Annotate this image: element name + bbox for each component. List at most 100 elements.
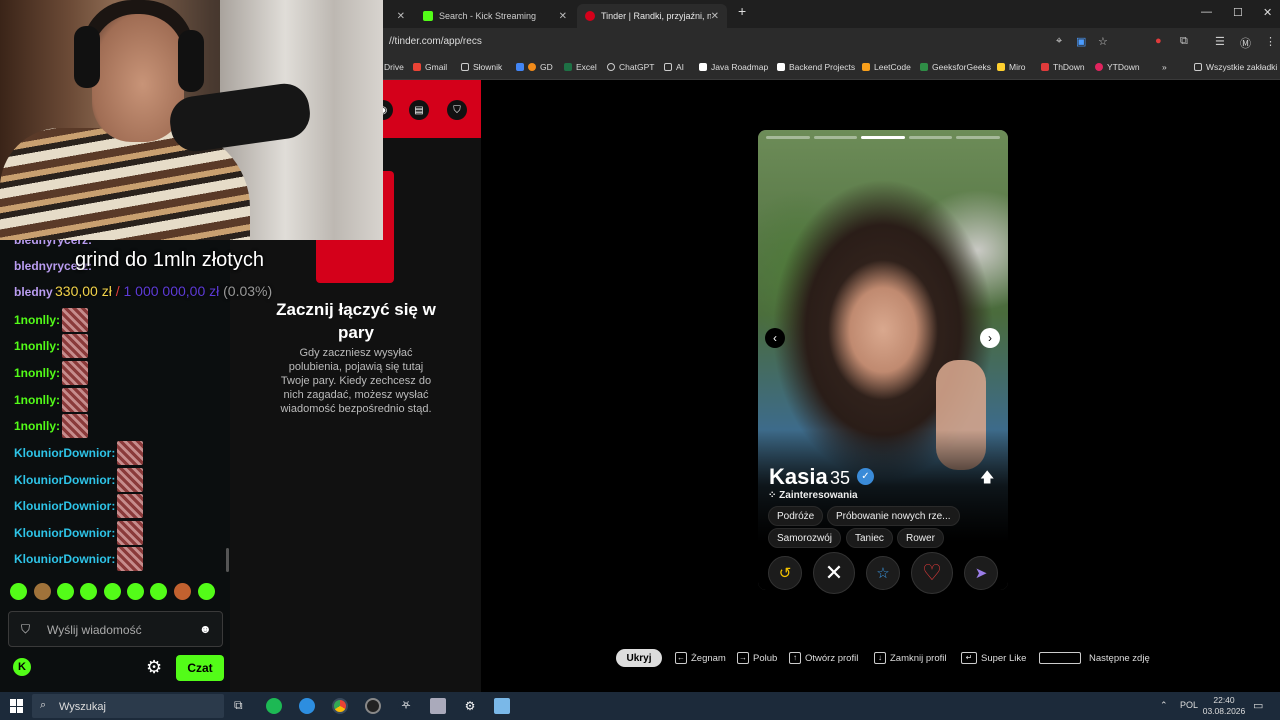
taskbar-search[interactable]: ⌕ Wyszukaj [32,694,224,718]
maximize-icon[interactable]: ☐ [1233,6,1243,19]
bookmark-all[interactable]: Wszystkie zakładki [1194,62,1277,72]
super-like-star-icon[interactable]: ☆ [866,556,900,590]
chat-message-input[interactable]: ⛉ Wyślij wiadomość ☻ [8,611,223,647]
chat-username[interactable]: 1nonlly: [14,313,60,327]
bookmark-gd[interactable]: GD [516,62,553,72]
bookmarks-overflow-icon[interactable]: » [1162,62,1167,72]
chat-emote [62,414,88,438]
kick-logo-icon[interactable]: K [13,658,31,676]
chat-username[interactable]: KlouniorDownior: [14,526,115,540]
donation-goal-progress: 330,00 zł / 1 000 000,00 zł (0.03%) [55,283,272,299]
chat-username[interactable]: 1nonlly: [14,339,60,353]
roadmap-icon [777,63,785,71]
next-photo-icon[interactable]: › [980,328,1000,348]
spotify-icon[interactable] [266,698,282,714]
chat-username[interactable]: bledny [14,285,53,299]
chat-username[interactable]: 1nonlly: [14,393,60,407]
bookmark-geeksforgeeks[interactable]: GeeksforGeeks [920,62,991,72]
taskbar-clock[interactable]: 22:40 03.08.2026 [1200,695,1248,717]
emoji-picker-icon[interactable]: ☻ [199,622,212,636]
chat-send-button[interactable]: Czat [176,655,224,681]
tab-partial[interactable]: ✕ [383,4,413,28]
bookmark-java-roadmap[interactable]: Java Roadmap [699,62,768,72]
bookmark-excel[interactable]: Excel [564,62,597,72]
minimize-icon[interactable]: — [1201,6,1212,18]
bookmark-ai[interactable]: AI [664,62,684,72]
chat-username[interactable]: 1nonlly: [14,419,60,433]
emote-button[interactable] [57,583,74,600]
emote-button[interactable] [127,583,144,600]
hide-shortcuts-button[interactable]: Ukryj [616,649,662,667]
screen: ✕ Search - Kick Streaming ✕ Tinder | Ran… [0,0,1280,720]
files-icon[interactable] [430,698,446,714]
emote-button[interactable] [150,583,167,600]
profile-card[interactable]: ‹ › Kasia 35 ✓ 🡅 ⁘ Zainteresowania Podró… [758,130,1008,590]
profile-avatar-icon[interactable]: Ⓜ [1240,35,1251,51]
menu-dots-icon[interactable]: ⋮ [1265,35,1276,48]
edge-icon[interactable] [299,698,315,714]
shield-icon[interactable]: ⛉ [447,100,467,120]
location-icon[interactable]: ⌖ [1056,35,1062,48]
bookmark-ytdown[interactable]: YTDown [1095,62,1140,72]
close-window-icon[interactable]: ✕ [1263,6,1272,19]
rewind-icon[interactable]: ↺ [768,556,802,590]
nope-x-icon[interactable]: ✕ [813,552,855,594]
chrome-icon[interactable] [332,698,348,714]
shortcut-open-profile: ↑ Otwórz profil [789,652,858,664]
input-language[interactable]: POL [1180,700,1198,710]
media-icon[interactable]: ☰ [1215,35,1225,48]
notepad-icon[interactable] [494,698,510,714]
app-icon[interactable]: ⛧ [398,698,414,714]
thdown-icon [1041,63,1049,71]
tab-tinder[interactable]: Tinder | Randki, przyjaźni, nowe ✕ [577,4,727,28]
url-field[interactable]: //tinder.com/app/recs [389,36,482,47]
chat-scrollbar[interactable] [226,548,229,572]
bookmark-thdown[interactable]: ThDown [1041,62,1085,72]
previous-photo-icon[interactable]: ‹ [765,328,785,348]
bookmark-chatgpt[interactable]: ChatGPT [607,62,654,72]
emote-button[interactable] [10,583,27,600]
bookmark-leetcode[interactable]: LeetCode [862,62,911,72]
extension-icon[interactable]: ● [1155,35,1162,47]
webcam-feed [0,0,383,240]
translate-icon[interactable]: ▣ [1076,35,1086,48]
chat-username[interactable]: 1nonlly: [14,366,60,380]
bookmark-gmail[interactable]: Gmail [413,62,447,72]
tray-arrow-icon[interactable]: ⌃ [1160,700,1168,711]
chat-username[interactable]: KlouniorDownior: [14,552,115,566]
bookmark-star-icon[interactable]: ☆ [1098,35,1108,48]
emote-button[interactable] [34,583,51,600]
shortcut-next-photo: Następne zdję [1039,652,1150,664]
tab-close-icon[interactable]: ✕ [559,11,567,22]
emote-button[interactable] [198,583,215,600]
settings-gear-icon[interactable]: ⚙ [146,657,162,678]
new-tab-icon[interactable]: + [738,3,746,19]
settings-gear-icon[interactable]: ⚙ [462,698,478,714]
chat-username[interactable]: KlouniorDownior: [14,499,115,513]
start-windows-icon[interactable] [10,699,24,713]
task-view-icon[interactable]: ⧉ [234,698,243,713]
roadmap-icon [699,63,707,71]
obs-icon[interactable] [365,698,381,714]
chat-username[interactable]: KlouniorDownior: [14,473,115,487]
briefcase-icon[interactable]: ▤ [409,100,429,120]
bookmark-drive[interactable]: Drive [384,62,404,72]
emote-button[interactable] [80,583,97,600]
notifications-icon[interactable]: ▭ [1253,699,1263,712]
like-heart-icon[interactable]: ♡ [911,552,953,594]
extensions-puzzle-icon[interactable]: ⧉ [1180,35,1188,48]
emote-button[interactable] [174,583,191,600]
tab-kick-search[interactable]: Search - Kick Streaming ✕ [415,4,575,28]
open-profile-arrow-icon[interactable]: 🡅 [980,467,994,491]
bookmarks-bar: Drive Gmail Słownik GD Excel ChatGPT AI … [383,55,1280,80]
bookmark-slownik[interactable]: Słownik [461,62,502,72]
interests-heading: ⁘ Zainteresowania [768,490,858,501]
bookmark-miro[interactable]: Miro [997,62,1026,72]
bookmark-backend-projects[interactable]: Backend Projects [777,62,855,72]
emote-button[interactable] [104,583,121,600]
boost-send-icon[interactable]: ➤ [964,556,998,590]
tab-close-icon[interactable]: ✕ [397,11,405,22]
tab-close-icon[interactable]: ✕ [711,11,719,22]
windows-taskbar: ⌕ Wyszukaj ⧉ ⛧ ⚙ ⌃ POL 22:40 03.08.2026 … [0,692,1280,720]
chat-username[interactable]: KlouniorDownior: [14,446,115,460]
